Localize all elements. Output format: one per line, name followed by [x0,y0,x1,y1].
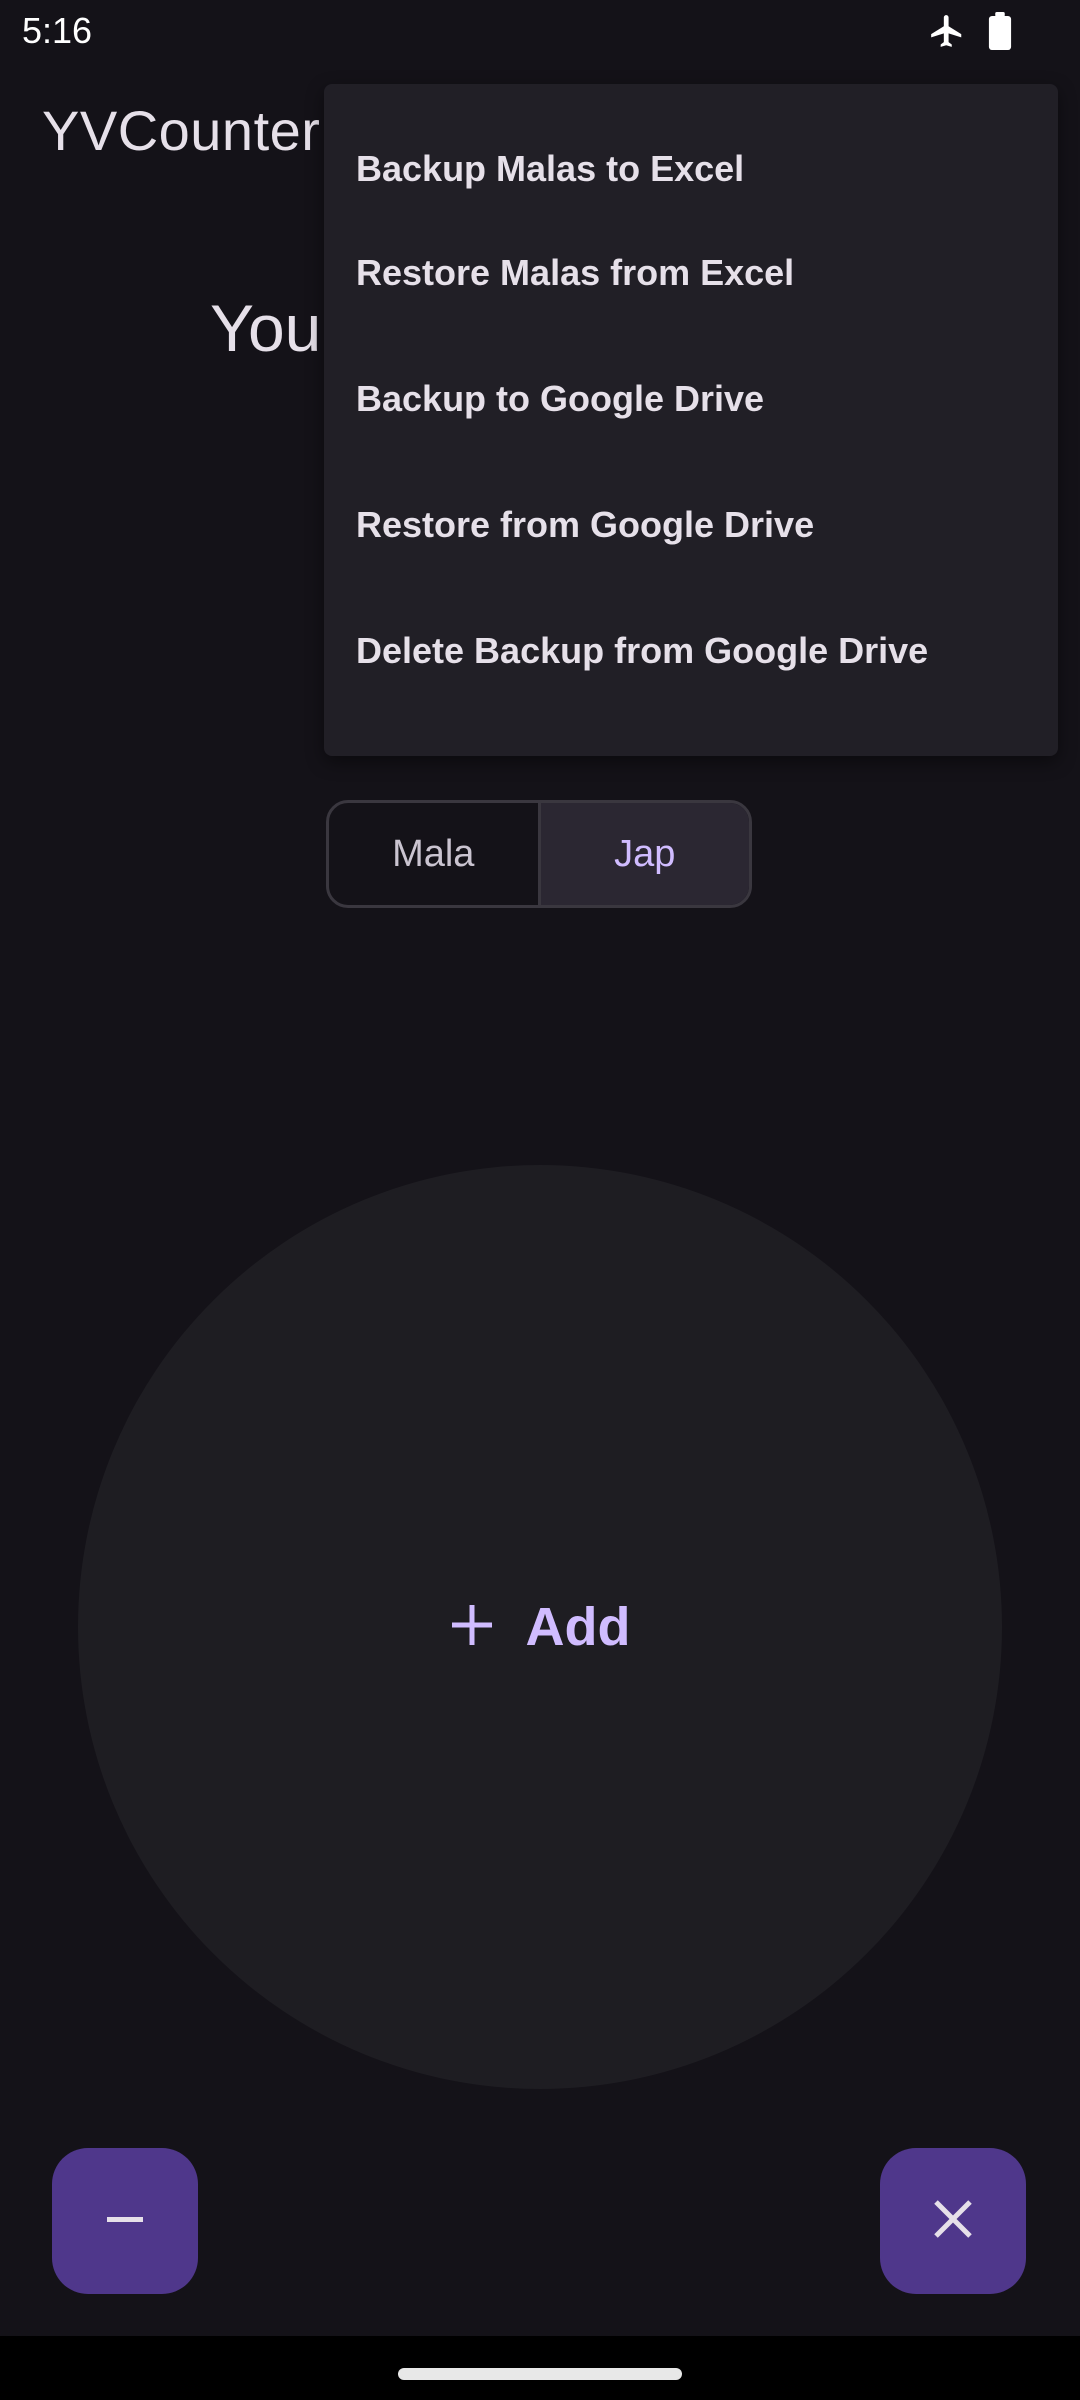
plus-icon [450,1603,494,1652]
screen: 5:16 YVCounter Your Mala Jap Add Backup … [0,0,1080,2400]
app-title: YVCounter [42,99,321,162]
decrement-button[interactable] [52,2148,198,2294]
menu-item-restore-malas-excel[interactable]: Restore Malas from Excel [324,210,1058,336]
add-label: Add [525,1597,631,1657]
status-time: 5:16 [22,10,93,51]
add-count-button[interactable]: Add [78,1165,1002,2089]
home-gesture-handle[interactable] [398,2368,682,2380]
mode-option-jap[interactable]: Jap [540,803,749,905]
airplane-mode-icon [928,12,966,50]
menu-item-backup-google-drive[interactable]: Backup to Google Drive [324,336,1058,462]
menu-item-restore-google-drive[interactable]: Restore from Google Drive [324,462,1058,588]
mode-option-mala[interactable]: Mala [329,803,541,905]
status-icons [928,12,1012,50]
close-icon [932,2198,974,2245]
reset-button[interactable] [880,2148,1026,2294]
menu-item-backup-malas-excel[interactable]: Backup Malas to Excel [324,126,1058,210]
status-bar: 5:16 [0,0,1080,64]
battery-icon [988,12,1012,50]
navigation-bar [0,2336,1080,2400]
minus-icon [105,2199,145,2244]
mode-toggle: Mala Jap [326,800,752,908]
overflow-menu: Backup Malas to Excel Restore Malas from… [324,84,1058,756]
menu-item-delete-backup-google-drive[interactable]: Delete Backup from Google Drive [324,588,1058,714]
